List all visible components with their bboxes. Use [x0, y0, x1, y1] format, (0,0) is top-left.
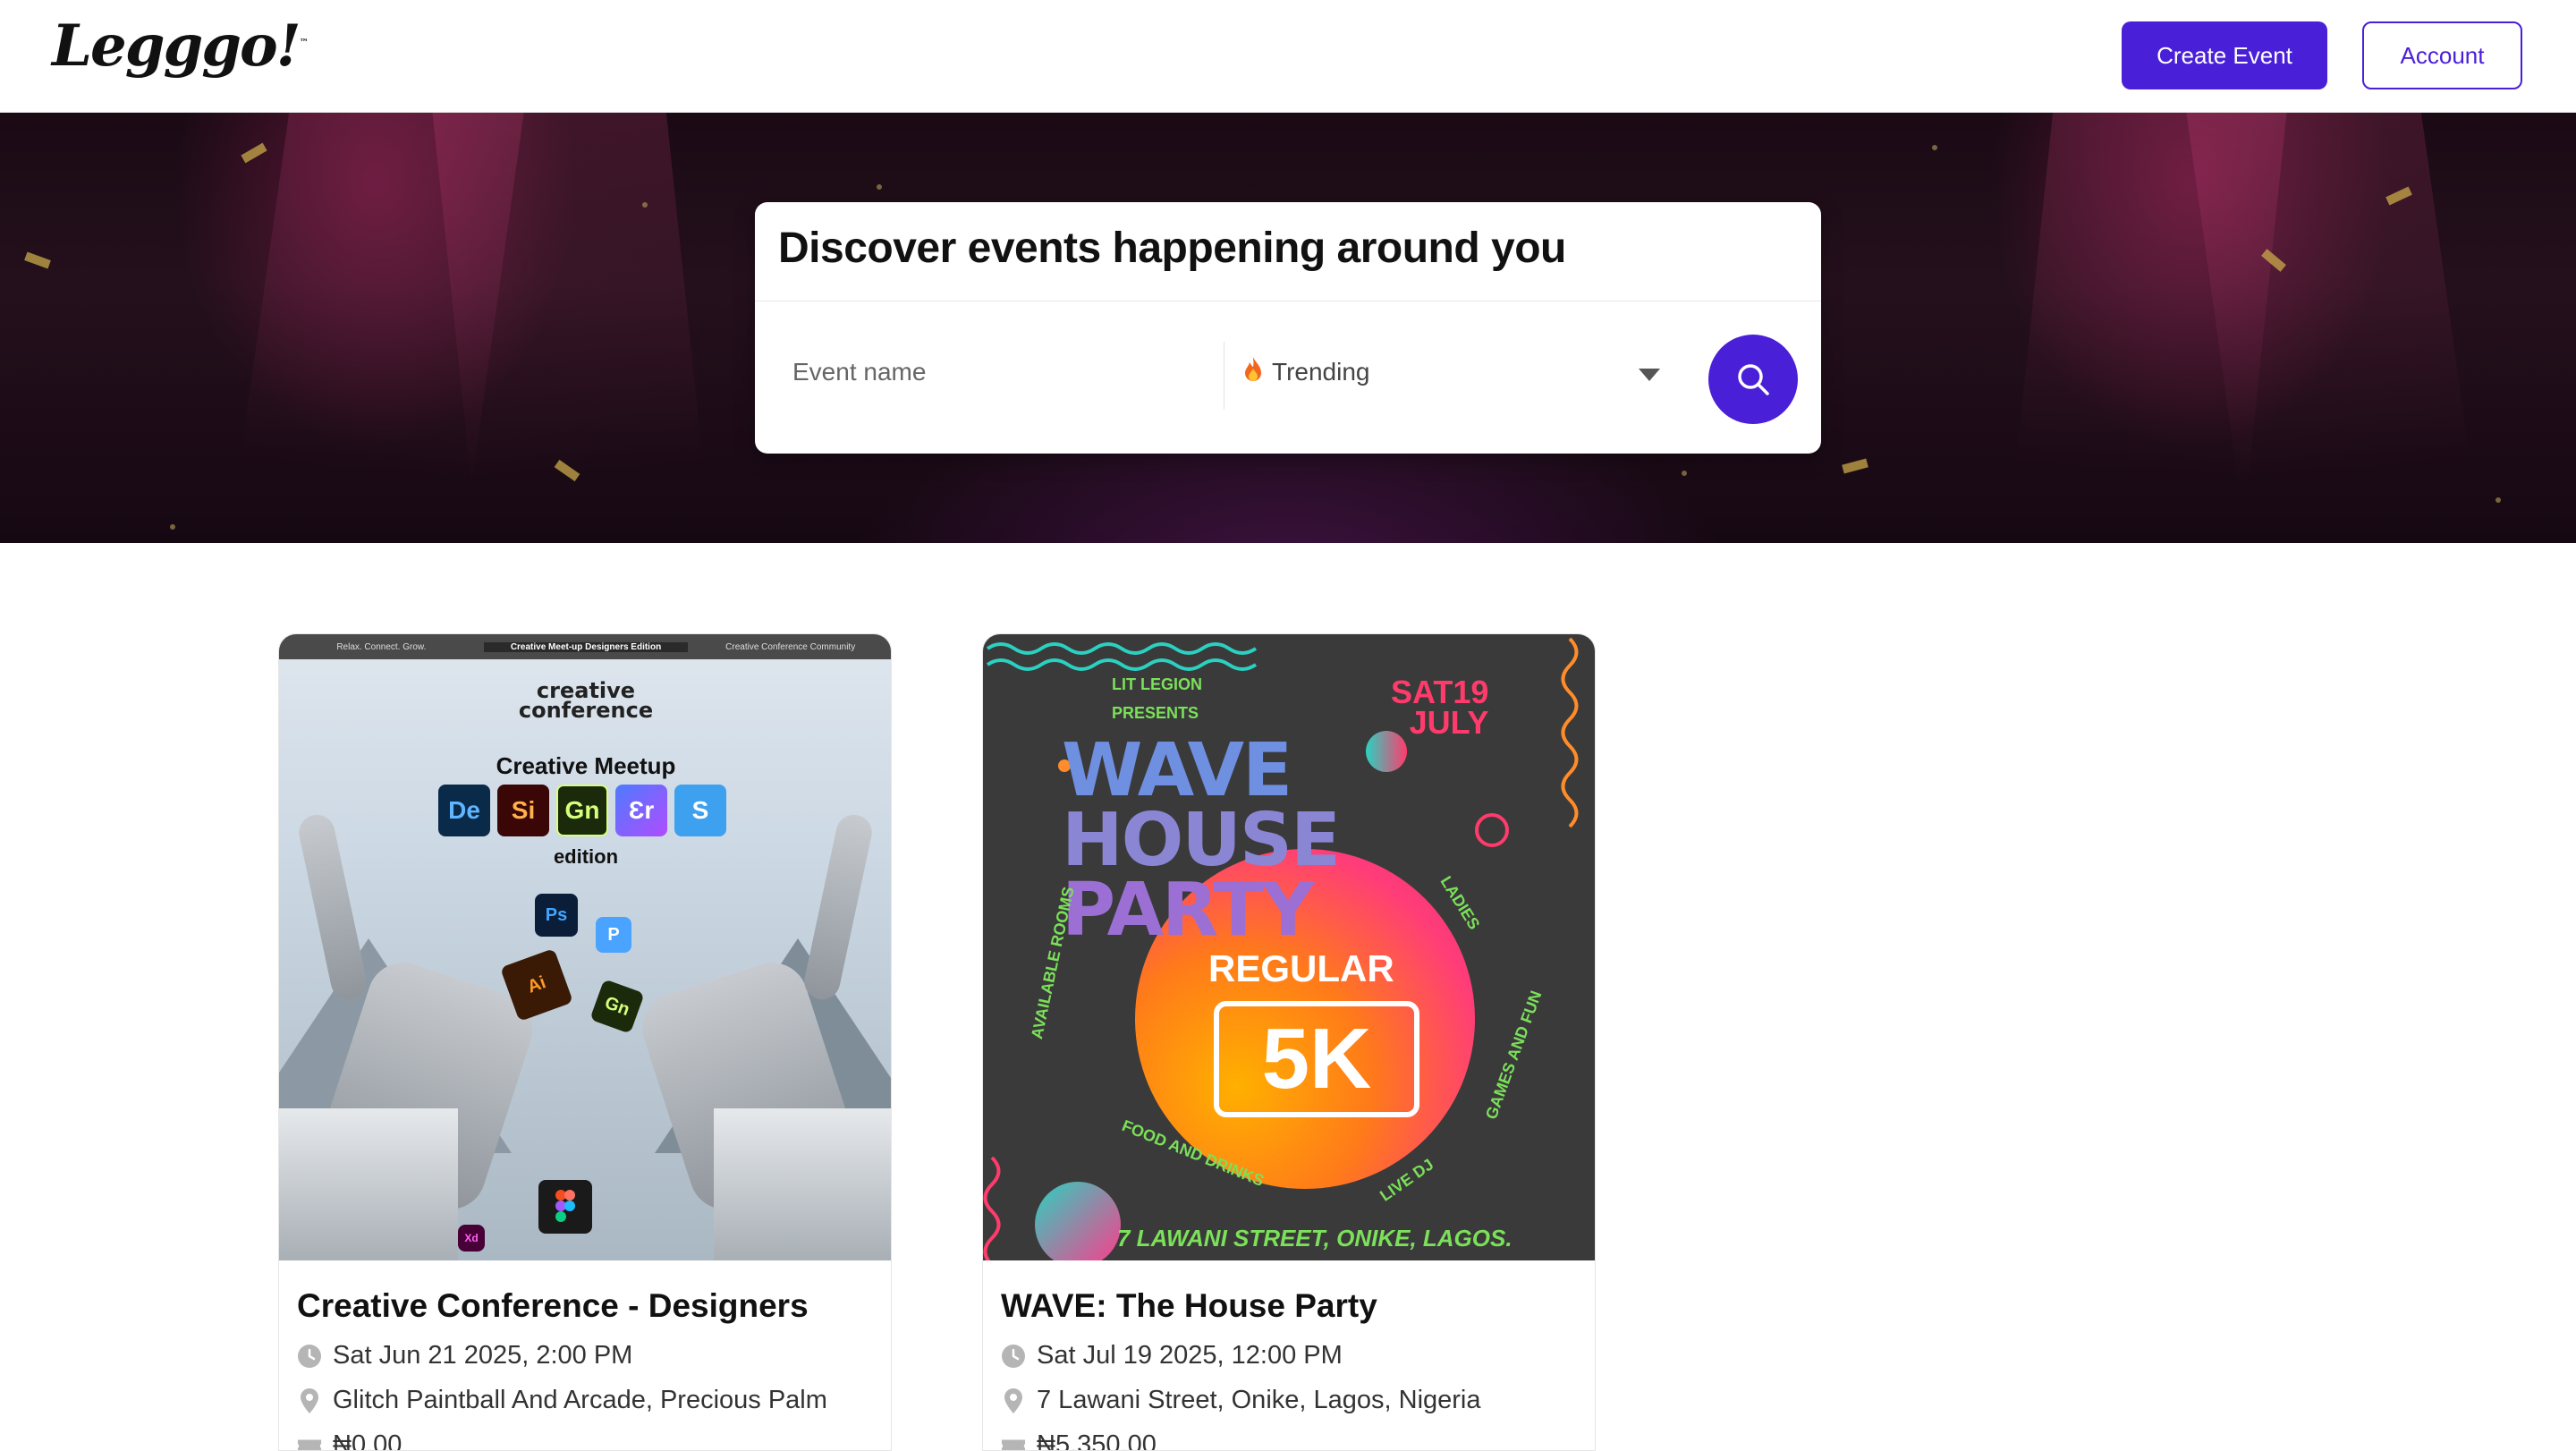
sparkle: [2496, 497, 2501, 503]
event-price-text: ₦5,350.00: [1037, 1430, 1157, 1451]
sparkle: [1682, 471, 1687, 476]
ticket-tier: REGULAR: [1208, 947, 1394, 989]
app-icons: De Si Gn Ɛr S: [438, 785, 726, 836]
figma-icon: [538, 1180, 592, 1234]
sparkle: [1932, 145, 1937, 150]
event-location-text: Glitch Paintball And Arcade, Precious Pa…: [333, 1386, 827, 1414]
date-line: SAT19: [1391, 674, 1489, 710]
sparkle: [877, 184, 882, 190]
app-icon: Si: [497, 785, 549, 836]
hero-banner: Discover events happening around you Tre…: [0, 113, 2576, 543]
location-pin-icon: [297, 1387, 322, 1413]
logo[interactable]: Legggo!™: [52, 13, 309, 80]
app-icon: De: [438, 785, 490, 836]
app-icon: Ɛr: [615, 785, 667, 836]
poster-tag: AVAILABLE ROOMS: [1028, 885, 1078, 1041]
poster-address: 7 LAWANI STREET, ONIKE, LAGOS.: [1117, 1225, 1513, 1252]
event-card[interactable]: Relax. Connect. Grow. Creative Meet-up D…: [278, 633, 892, 1451]
event-date-text: Sat Jun 21 2025, 2:00 PM: [333, 1341, 633, 1370]
poster-tagline: Creative Conference Community: [725, 641, 856, 652]
confetti: [241, 142, 267, 164]
fire-icon: [1241, 356, 1265, 389]
decor-dot: [1035, 1182, 1121, 1260]
app-icon: P: [596, 917, 631, 953]
ticket-icon: [1001, 1433, 1026, 1450]
event-poster: LIT LEGION PRESENTS SAT19 JULY WAVE HOUSE …: [983, 634, 1595, 1260]
squiggle-decoration: [983, 1156, 1001, 1260]
decor-ring: [1475, 813, 1509, 847]
poster-headline: WAVE HOUSE PARTY: [1062, 728, 1341, 953]
confetti: [1842, 458, 1868, 474]
presenter-line: PRESENTS: [1112, 704, 1199, 722]
poster-heading: Creative Meetup: [496, 752, 676, 779]
category-select[interactable]: Trending: [1238, 336, 1533, 408]
logo-trademark: ™: [299, 38, 309, 48]
event-card[interactable]: LIT LEGION PRESENTS SAT19 JULY WAVE HOUSE …: [982, 633, 1596, 1451]
app-icon: Gn: [556, 785, 608, 836]
event-location: 7 Lawani Street, Onike, Lagos, Nigeria: [1001, 1386, 1481, 1415]
headline-line: WAVE: [1062, 728, 1292, 813]
xd-icon: Xd: [458, 1225, 485, 1252]
search-title: Discover events happening around you: [778, 225, 1566, 272]
event-date: Sat Jul 19 2025, 12:00 PM: [1001, 1341, 1343, 1370]
sparkle: [642, 202, 648, 208]
event-price: ₦0.00: [297, 1430, 402, 1451]
sparkle: [170, 524, 175, 530]
clock-icon: [297, 1344, 322, 1369]
chevron-down-icon[interactable]: [1639, 369, 1660, 381]
app-icon: S: [674, 785, 726, 836]
top-navbar: Legggo!™ Create Event Account: [0, 0, 2576, 113]
search-icon: [1738, 364, 1769, 395]
poster-presenter: LIT LEGION PRESENTS: [1112, 670, 1202, 727]
event-date-text: Sat Jul 19 2025, 12:00 PM: [1037, 1341, 1343, 1370]
event-title[interactable]: Creative Conference - Designers: [297, 1287, 809, 1325]
poster-edition: edition: [553, 845, 619, 868]
event-title[interactable]: WAVE: The House Party: [1001, 1287, 1377, 1325]
search-card: Discover events happening around you Tre…: [755, 202, 1821, 454]
photoshop-icon: Ps: [535, 894, 578, 937]
poster-tag: GAMES AND FUN: [1481, 988, 1546, 1122]
clock-icon: [1001, 1344, 1026, 1369]
account-button[interactable]: Account: [2362, 21, 2522, 89]
headline-line: PARTY: [1062, 868, 1315, 953]
logo-text: Legggo!: [52, 13, 301, 80]
ticket-amount: 5K: [1214, 1001, 1419, 1117]
ticket-icon: [297, 1433, 322, 1450]
event-name-input[interactable]: [778, 336, 1208, 408]
squiggle-decoration: [1561, 637, 1579, 828]
event-location-text: 7 Lawani Street, Onike, Lagos, Nigeria: [1037, 1386, 1481, 1414]
category-selected-label: Trending: [1272, 358, 1370, 386]
temple: [714, 1108, 891, 1260]
app-icon: Gn: [589, 979, 645, 1034]
poster-date: SAT19 JULY: [1391, 674, 1489, 741]
poster-brand: creative conference: [518, 678, 654, 723]
date-line: JULY: [1409, 704, 1489, 741]
headline-line: HOUSE: [1062, 798, 1341, 883]
location-pin-icon: [1001, 1387, 1026, 1413]
presenter-line: LIT LEGION: [1112, 675, 1202, 693]
event-location: Glitch Paintball And Arcade, Precious Pa…: [297, 1386, 827, 1415]
create-event-button[interactable]: Create Event: [2122, 21, 2327, 89]
temple: [279, 1108, 458, 1260]
event-price: ₦5,350.00: [1001, 1430, 1157, 1451]
event-poster: Relax. Connect. Grow. Creative Meet-up D…: [279, 634, 891, 1260]
confetti: [24, 251, 51, 269]
event-price-text: ₦0.00: [333, 1430, 402, 1451]
event-date: Sat Jun 21 2025, 2:00 PM: [297, 1341, 632, 1370]
poster-top-bar: Relax. Connect. Grow. Creative Meet-up D…: [279, 634, 891, 659]
search-button[interactable]: [1708, 335, 1798, 424]
poster-tagline: Relax. Connect. Grow.: [336, 641, 427, 652]
poster-tagline: Creative Meet-up Designers Edition: [483, 641, 689, 652]
